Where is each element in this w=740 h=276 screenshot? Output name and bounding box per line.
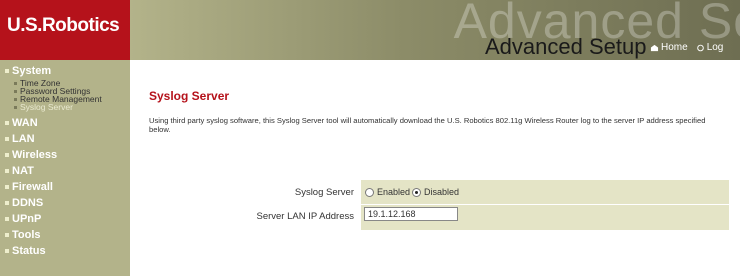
sidebar-item-status[interactable]: Status (5, 245, 46, 257)
bullet-icon (5, 169, 9, 173)
sidebar-item-system[interactable]: System (5, 65, 51, 77)
bullet-icon (5, 121, 9, 125)
header: U.S.Robotics Advanced Se Advanced Setup … (0, 0, 740, 60)
bullet-icon (5, 249, 9, 253)
sidebar: System Time Zone Password Settings Remot… (0, 60, 130, 276)
enabled-option[interactable]: Enabled (365, 187, 410, 197)
sidebar-item-label: Tools (12, 229, 41, 241)
bullet-icon (14, 106, 17, 109)
bullet-icon (14, 98, 17, 101)
logout-icon (696, 44, 704, 51)
disabled-radio[interactable] (412, 187, 421, 197)
bullet-icon (5, 201, 9, 205)
sidebar-subitem-label: Syslog Server (20, 102, 73, 112)
top-nav: Home Log (650, 42, 723, 53)
sidebar-item-nat[interactable]: NAT (5, 165, 34, 177)
sidebar-item-firewall[interactable]: Firewall (5, 181, 53, 193)
page-title: Syslog Server (149, 89, 230, 103)
sidebar-item-tools[interactable]: Tools (5, 229, 41, 241)
page-description: Using third party syslog software, this … (149, 116, 706, 134)
bullet-icon (5, 69, 9, 73)
server-ip-input[interactable] (364, 207, 458, 221)
sidebar-item-lan[interactable]: LAN (5, 133, 35, 145)
banner: Advanced Se Advanced Setup Home Log (130, 0, 740, 60)
sidebar-item-label: System (12, 65, 52, 77)
bullet-icon (14, 90, 17, 93)
bullet-icon (5, 233, 9, 237)
home-icon (650, 44, 659, 51)
sidebar-item-label: Firewall (12, 181, 53, 193)
syslog-server-label: Syslog Server (294, 187, 354, 198)
logout-label: Log (706, 42, 724, 53)
bullet-icon (5, 185, 9, 189)
brand-logo: U.S.Robotics (0, 0, 130, 60)
row-divider (361, 204, 729, 205)
sidebar-item-label: LAN (12, 133, 35, 145)
sidebar-item-label: Status (12, 245, 46, 257)
page-heading: Advanced Setup (485, 34, 647, 59)
sidebar-item-label: Wireless (12, 149, 58, 161)
sidebar-subitem-syslog-server[interactable]: Syslog Server (14, 103, 73, 112)
sidebar-item-upnp[interactable]: UPnP (5, 213, 41, 225)
sidebar-item-wireless[interactable]: Wireless (5, 149, 57, 161)
logout-link[interactable]: Log (696, 42, 724, 53)
disabled-label: Disabled (424, 187, 460, 197)
home-link[interactable]: Home (650, 42, 688, 53)
bullet-icon (14, 82, 17, 85)
sidebar-item-label: NAT (12, 165, 34, 177)
sidebar-item-label: WAN (12, 117, 38, 129)
disabled-option[interactable]: Disabled (412, 187, 459, 197)
sidebar-item-ddns[interactable]: DDNS (5, 197, 43, 209)
server-ip-label: Server LAN IP Address (256, 211, 354, 222)
enabled-radio[interactable] (365, 187, 374, 197)
sidebar-item-wan[interactable]: WAN (5, 117, 38, 129)
sidebar-item-label: UPnP (12, 213, 42, 225)
bullet-icon (5, 217, 9, 221)
sidebar-item-label: DDNS (12, 197, 44, 209)
enabled-label: Enabled (377, 187, 411, 197)
bullet-icon (5, 137, 9, 141)
home-label: Home (661, 42, 688, 53)
brand-name: U.S.Robotics (7, 15, 120, 36)
bullet-icon (5, 153, 9, 157)
